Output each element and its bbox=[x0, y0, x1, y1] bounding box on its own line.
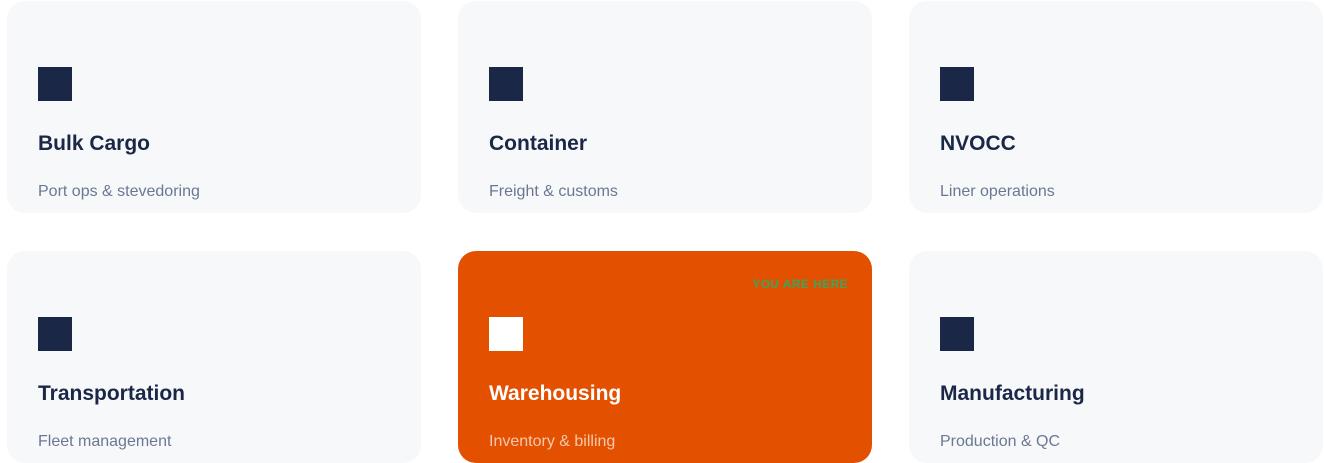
square-icon bbox=[489, 317, 523, 351]
card-subtitle: Inventory & billing bbox=[489, 433, 616, 450]
square-icon bbox=[940, 67, 974, 101]
card-subtitle: Freight & customs bbox=[489, 183, 618, 200]
card-container[interactable]: Container Freight & customs bbox=[458, 1, 872, 213]
card-subtitle: Fleet management bbox=[38, 433, 172, 450]
square-icon bbox=[940, 317, 974, 351]
card-title: Transportation bbox=[38, 382, 186, 405]
card-title: Bulk Cargo bbox=[38, 132, 151, 155]
square-icon bbox=[38, 317, 72, 351]
square-icon bbox=[38, 67, 72, 101]
card-title: Manufacturing bbox=[940, 382, 1085, 405]
card-bulk-cargo[interactable]: Bulk Cargo Port ops & stevedoring bbox=[7, 1, 421, 213]
card-nvocc[interactable]: NVOCC Liner operations bbox=[909, 1, 1323, 213]
card-subtitle: Liner operations bbox=[940, 183, 1055, 200]
card-title: NVOCC bbox=[940, 132, 1016, 155]
card-subtitle: Production & QC bbox=[940, 433, 1061, 450]
card-title: Container bbox=[489, 132, 588, 155]
square-icon bbox=[489, 67, 523, 101]
industry-grid: Bulk Cargo Port ops & stevedoring Contai… bbox=[0, 0, 1324, 463]
you-are-here-badge: YOU ARE HERE bbox=[752, 277, 848, 291]
card-title: Warehousing bbox=[489, 382, 622, 405]
card-transportation[interactable]: Transportation Fleet management bbox=[7, 251, 421, 463]
card-subtitle: Port ops & stevedoring bbox=[38, 183, 200, 200]
card-warehousing[interactable]: YOU ARE HERE Warehousing Inventory & bil… bbox=[458, 251, 872, 463]
card-manufacturing[interactable]: Manufacturing Production & QC bbox=[909, 251, 1323, 463]
